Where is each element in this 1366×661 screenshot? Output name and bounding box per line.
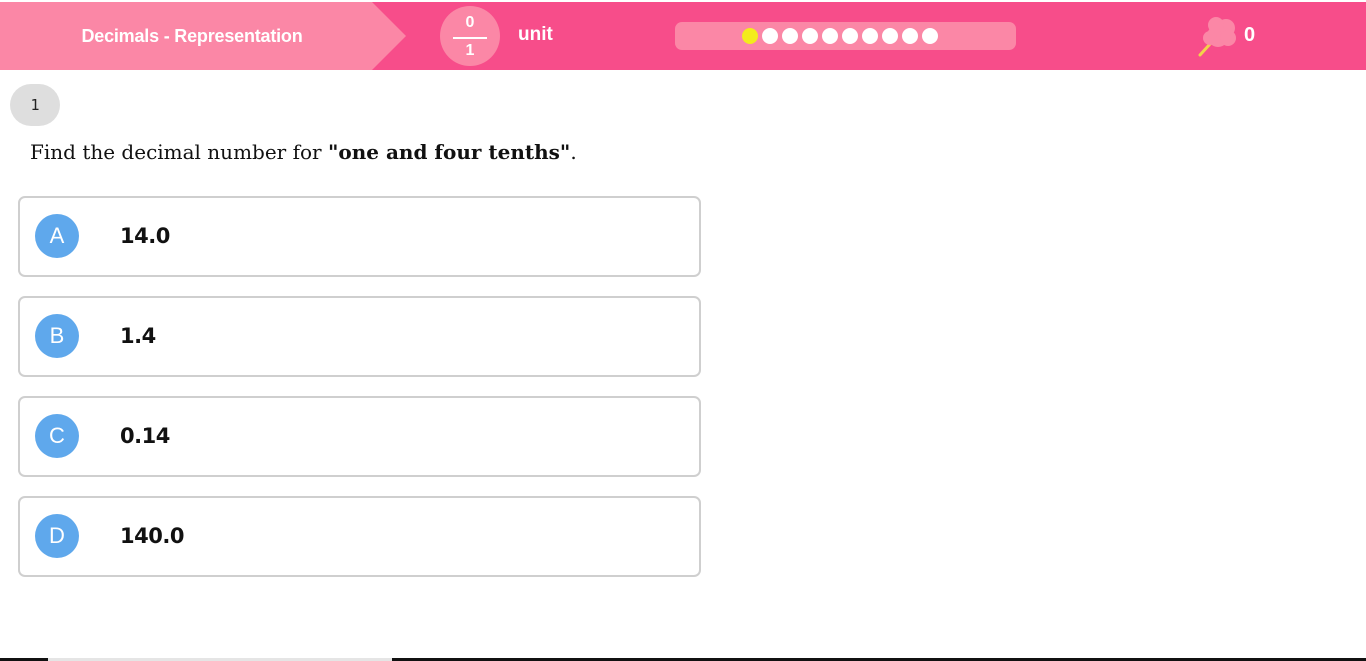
unit-label: unit [518, 24, 553, 45]
topic-banner: Decimals - Representation [0, 2, 406, 70]
progress-dot [822, 28, 838, 44]
progress-dot [802, 28, 818, 44]
progress-dot [782, 28, 798, 44]
top-bar: Decimals - Representation 0 1 unit 0 [0, 2, 1366, 70]
question-number-badge: 1 [10, 84, 60, 126]
progress-dot [882, 28, 898, 44]
option-value: 14.0 [120, 224, 170, 248]
answer-option-d[interactable]: D 140.0 [18, 496, 701, 577]
question-text-end: . [570, 140, 577, 164]
fraction-progress-badge: 0 1 [440, 6, 500, 66]
progress-dot [902, 28, 918, 44]
option-letter-badge: D [35, 514, 79, 558]
option-letter-badge: C [35, 414, 79, 458]
fraction-numerator: 0 [465, 14, 475, 31]
progress-dot [762, 28, 778, 44]
progress-dots [742, 28, 938, 44]
question-text: Find the decimal number for "one and fou… [30, 140, 577, 168]
fraction-line [453, 37, 487, 39]
option-value: 0.14 [120, 424, 170, 448]
option-value: 140.0 [120, 524, 184, 548]
question-text-start: Find the decimal number for [30, 140, 328, 164]
question-text-emphasis: "one and four tenths" [327, 140, 571, 164]
option-value: 1.4 [120, 324, 156, 348]
option-letter-badge: B [35, 314, 79, 358]
option-letter-badge: A [35, 214, 79, 258]
progress-dot [922, 28, 938, 44]
answer-option-c[interactable]: C 0.14 [18, 396, 701, 477]
progress-dot-current [742, 28, 758, 44]
score-count: 0 [1244, 24, 1256, 46]
progress-dot [842, 28, 858, 44]
progress-track [675, 22, 1016, 50]
cotton-candy-icon [1198, 17, 1236, 57]
answer-option-a[interactable]: A 14.0 [18, 196, 701, 277]
fraction-denominator: 1 [465, 42, 475, 59]
topic-title: Decimals - Representation [81, 26, 303, 46]
answer-option-b[interactable]: B 1.4 [18, 296, 701, 377]
progress-dot [862, 28, 878, 44]
